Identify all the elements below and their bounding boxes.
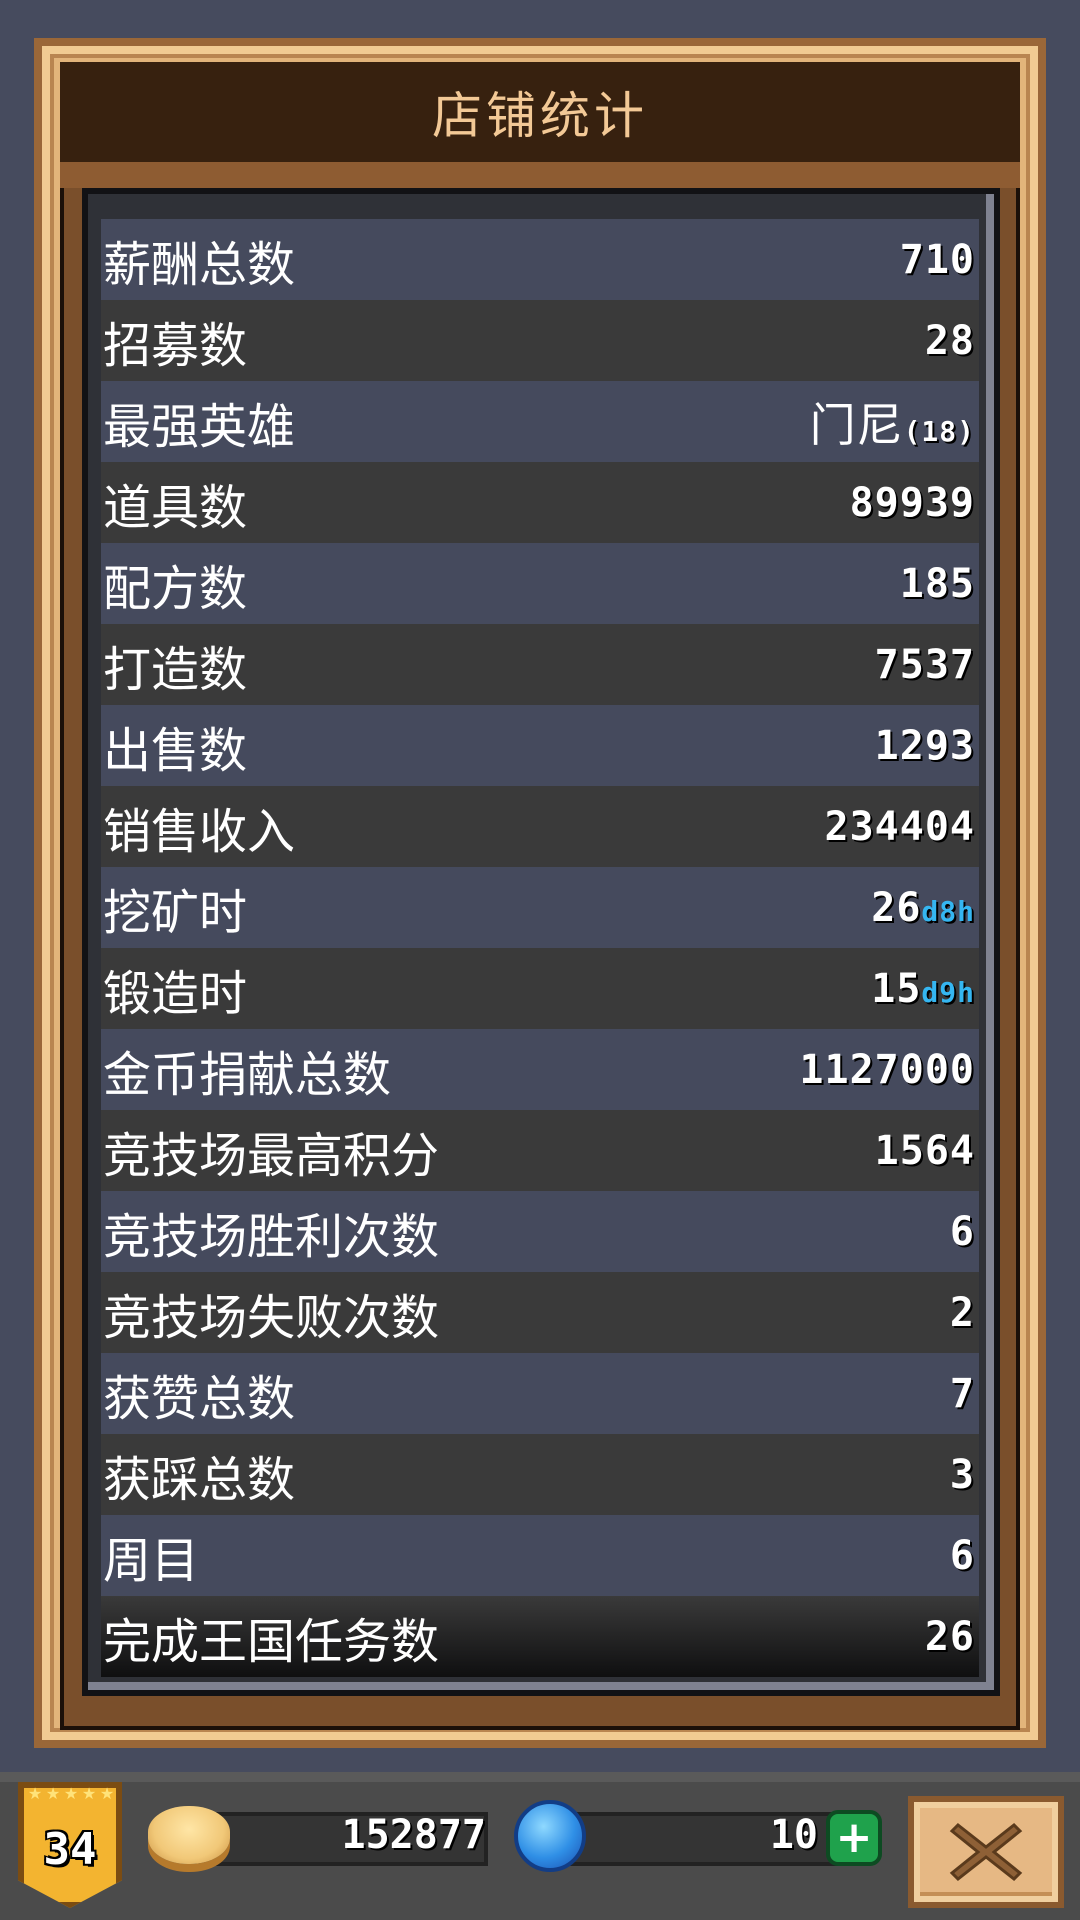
stat-value: 234404 xyxy=(824,803,975,850)
time-day-unit: d xyxy=(921,975,940,1009)
stat-row-recipe-count: 配方数 185 xyxy=(101,543,979,624)
stat-value: 7537 xyxy=(874,641,975,688)
stat-label: 出售数 xyxy=(103,722,248,779)
stat-label: 最强英雄 xyxy=(103,398,296,455)
level-stars: ★ ★ ★ ★ ★ xyxy=(26,1786,116,1802)
stat-value: 26d8h xyxy=(871,885,975,931)
stat-row-kingdom-quests: 完成王国任务数 26 xyxy=(101,1596,979,1677)
close-icon xyxy=(949,1822,1023,1882)
stat-value: 门尼(18) xyxy=(810,389,975,455)
stat-label: 挖矿时 xyxy=(103,884,248,941)
stat-row-arena-wins: 竞技场胜利次数 6 xyxy=(101,1191,979,1272)
hero-level: (18) xyxy=(903,414,975,448)
stat-row-crafted-count: 打造数 7537 xyxy=(101,624,979,705)
add-gems-button[interactable]: + xyxy=(826,1810,882,1866)
stat-label: 周目 xyxy=(103,1532,200,1589)
time-day-unit: d xyxy=(921,894,940,928)
stat-value: 2 xyxy=(949,1289,975,1336)
stat-label: 道具数 xyxy=(103,479,248,536)
stat-value: 1293 xyxy=(874,722,975,769)
time-hours: 9 xyxy=(939,975,958,1009)
stat-value: 3 xyxy=(949,1451,975,1498)
stat-row-sold-count: 出售数 1293 xyxy=(101,705,979,786)
stat-label: 销售收入 xyxy=(103,803,296,860)
stat-value: 6 xyxy=(949,1532,975,1579)
gold-amount: 152877 xyxy=(341,1812,487,1858)
close-button[interactable] xyxy=(908,1796,1064,1908)
stat-row-strongest-hero: 最强英雄 门尼(18) xyxy=(101,381,979,462)
stat-row-arena-best-score: 竞技场最高积分 1564 xyxy=(101,1110,979,1191)
star-icon: ★ xyxy=(81,1784,97,1803)
stat-label: 竞技场最高积分 xyxy=(103,1127,440,1184)
stat-value: 7 xyxy=(949,1370,975,1417)
stat-row-mining-time: 挖矿时 26d8h xyxy=(101,867,979,948)
time-hours: 8 xyxy=(939,894,958,928)
stat-value: 1564 xyxy=(874,1127,975,1174)
time-hour-unit: h xyxy=(957,975,975,1009)
gem-amount: 10 xyxy=(769,1812,818,1858)
stat-value: 6 xyxy=(949,1208,975,1255)
stat-label: 竞技场胜利次数 xyxy=(103,1208,440,1265)
star-icon: ★ xyxy=(27,1784,43,1803)
star-icon: ★ xyxy=(99,1784,115,1803)
dialog-title-bar: 店铺统计 xyxy=(60,62,1020,162)
hero-name: 门尼 xyxy=(809,397,904,452)
stat-row-forging-time: 锻造时 15d9h xyxy=(101,948,979,1029)
stat-label: 锻造时 xyxy=(103,965,248,1022)
stat-row-recruit-count: 招募数 28 xyxy=(101,300,979,381)
gold-coin-icon xyxy=(148,1806,230,1864)
gem-icon xyxy=(514,1800,586,1872)
stat-row-playthrough: 周目 6 xyxy=(101,1515,979,1596)
stat-value: 26 xyxy=(924,1613,975,1660)
stat-label: 配方数 xyxy=(103,560,248,617)
stat-value: 89939 xyxy=(849,479,975,526)
stat-label: 金币捐献总数 xyxy=(103,1046,392,1103)
stat-label: 获踩总数 xyxy=(103,1451,296,1508)
player-level: 34 xyxy=(43,1823,97,1875)
title-divider xyxy=(60,162,1020,188)
stat-row-arena-losses: 竞技场失败次数 2 xyxy=(101,1272,979,1353)
stat-value: 15d9h xyxy=(871,966,975,1012)
dialog-title: 店铺统计 xyxy=(432,87,648,145)
time-hour-unit: h xyxy=(957,894,975,928)
stat-row-gold-donated: 金币捐献总数 1127000 xyxy=(101,1029,979,1110)
stat-label: 完成王国任务数 xyxy=(103,1613,440,1670)
stat-label: 竞技场失败次数 xyxy=(103,1289,440,1346)
star-icon: ★ xyxy=(45,1784,61,1803)
stat-row-salary-total: 薪酬总数 710 xyxy=(101,219,979,300)
stat-label: 打造数 xyxy=(103,641,248,698)
stat-row-likes-total: 获赞总数 7 xyxy=(101,1353,979,1434)
stat-value: 185 xyxy=(899,560,975,607)
time-days: 26 xyxy=(871,884,922,931)
stat-label: 薪酬总数 xyxy=(103,236,296,293)
stat-label: 招募数 xyxy=(103,317,248,374)
stat-row-sales-income: 销售收入 234404 xyxy=(101,786,979,867)
stats-list: 薪酬总数 710 招募数 28 最强英雄 门尼(18) 道具数 89939 配方… xyxy=(101,219,979,1677)
stat-value: 28 xyxy=(924,317,975,364)
stat-label: 获赞总数 xyxy=(103,1370,296,1427)
stat-row-item-count: 道具数 89939 xyxy=(101,462,979,543)
stat-value: 710 xyxy=(899,236,975,283)
star-icon: ★ xyxy=(63,1784,79,1803)
plus-icon: + xyxy=(835,1812,873,1863)
stat-value: 1127000 xyxy=(799,1046,975,1093)
stat-row-dislikes-total: 获踩总数 3 xyxy=(101,1434,979,1515)
time-days: 15 xyxy=(871,965,922,1012)
